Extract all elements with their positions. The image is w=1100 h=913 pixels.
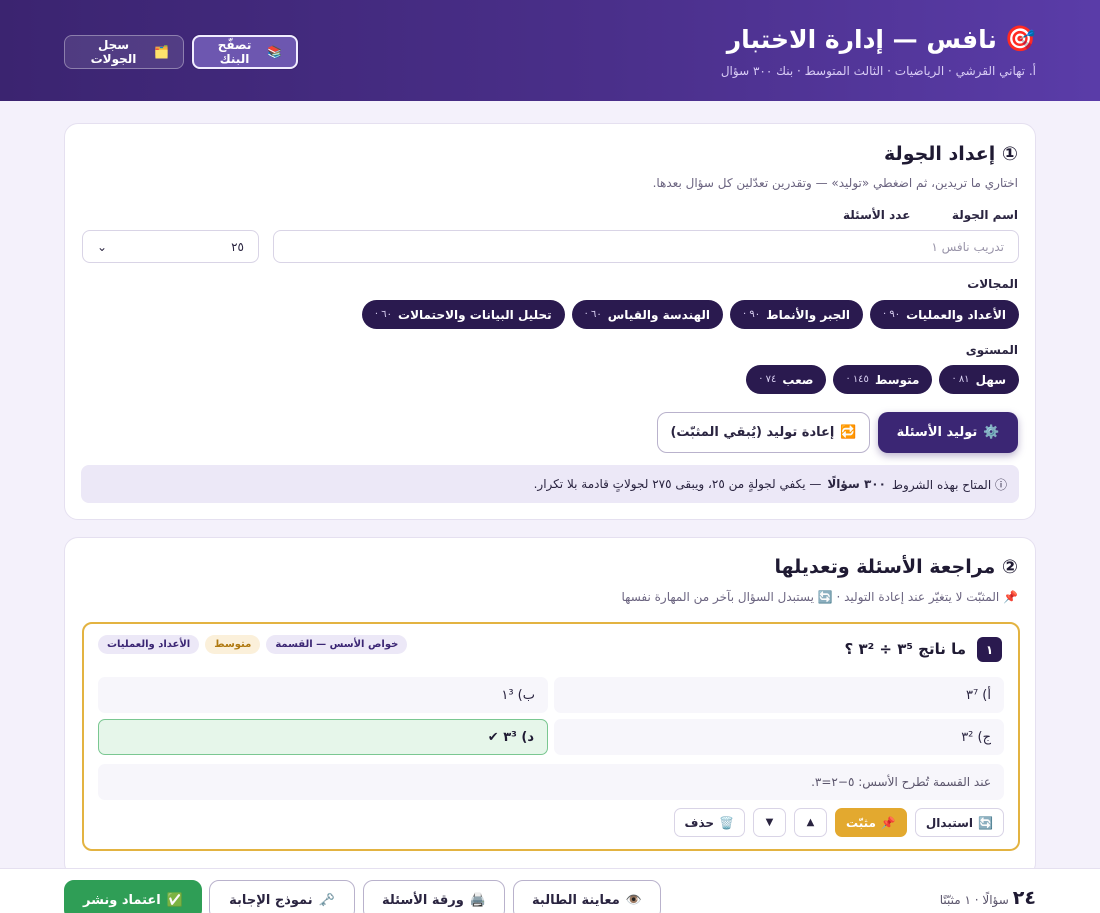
question-sheet-button[interactable]: 🖨️ ورقة الأسئلة [363,880,505,913]
refresh-icon: 🔁 [840,425,857,440]
check-icon: ✅ [166,892,183,908]
option-a[interactable]: أ) ٣⁷ [554,677,1004,713]
question-tags: خواص الأسس — القسمة متوسط الأعداد والعمل… [98,635,408,654]
move-down-button[interactable]: ▼ [752,808,786,837]
domain-chip-geometry[interactable]: الهندسة والقياس ٦٠ · [571,300,724,329]
domains-chips: الأعداد والعمليات ٩٠ · الجبر والأنماط ٩٠… [361,300,1019,329]
question-total: ٢٤ [1012,887,1036,909]
tag-domain: الأعداد والعمليات [98,635,200,654]
question-count-select[interactable]: ٢٥ ⌄ [82,230,259,263]
level-chip-medium[interactable]: متوسط ١٤٥ · [833,365,933,394]
question-number: ١ [977,637,1002,662]
action-footer: ٢٤ سؤالًا · ١ مثبّتًا 👁️ معاينة الطالبة … [0,868,1100,913]
question-count-label: عدد الأسئلة [843,208,911,222]
round-name-input[interactable]: تدريب نافس ١ [273,230,1019,263]
delete-button[interactable]: 🗑️ حذف [673,808,745,837]
folder-icon: 🗂️ [154,45,169,59]
round-name-label: اسم الجولة [951,208,1018,222]
rounds-log-button[interactable]: 🗂️ سجل الجولات [64,35,184,69]
domain-chip-algebra[interactable]: الجبر والأنماط ٩٠ · [730,300,863,329]
info-text: ⓘ المتاح بهذه الشروط [891,477,1007,492]
pinned-button[interactable]: 📌 مثبّت [834,808,907,837]
availability-info: ⓘ المتاح بهذه الشروط ٣٠٠ سؤالًا — يكفي ل… [81,465,1019,503]
setup-title: ① إعداد الجولة [884,143,1018,165]
level-chip-hard[interactable]: صعب ٧٤ · [746,365,827,394]
question-card: ١ ما ناتج ٣⁵ ÷ ٣² ؟ خواص الأسس — القسمة … [82,622,1020,851]
eye-icon: 👁️ [625,892,643,908]
domain-chip-numbers[interactable]: الأعداد والعمليات ٩٠ · [870,300,1019,329]
question-text: ما ناتج ٣⁵ ÷ ٣² ؟ [844,640,967,658]
app-header: 🎯 نافس — إدارة الاختبار أ. تهاني القرشي … [0,0,1100,101]
generate-button[interactable]: ⚙️ توليد الأسئلة [878,412,1018,453]
printer-icon: 🖨️ [469,892,487,908]
levels-chips: سهل ٨١ · متوسط ١٤٥ · صعب ٧٤ · [746,365,1019,394]
tag-level: متوسط [205,635,261,654]
explanation: عند القسمة تُطرح الأسس: ٥−٢=٣. [98,764,1004,800]
target-icon: 🎯 [1004,24,1036,53]
question-actions: 🔄 استبدال 📌 مثبّت ▲ ▼ 🗑️ حذف [673,808,1004,837]
footer-stats: ٢٤ سؤالًا · ١ مثبّتًا [939,887,1036,909]
domains-label: المجالات [967,277,1018,291]
publish-button[interactable]: ✅ اعتماد ونشر [64,880,202,913]
level-chip-easy[interactable]: سهل ٨١ · [939,365,1019,394]
browse-bank-button[interactable]: 📚 تصفّح البنك [192,35,298,69]
setup-card: ① إعداد الجولة اختاري ما تريدين، ثم اضغط… [64,123,1036,520]
chevron-down-icon: ⌄ [97,239,108,254]
app-title: نافس — إدارة الاختبار [726,24,997,54]
info-count: ٣٠٠ سؤالًا [827,477,886,491]
replace-button[interactable]: 🔄 استبدال [914,808,1004,837]
review-subtitle: 📌 المثبّت لا يتغيّر عند إعادة التوليد · … [621,590,1019,604]
regenerate-button[interactable]: 🔁 إعادة توليد (يُبقي المثبّت) [657,412,870,453]
option-c[interactable]: ج) ٣² [554,719,1004,755]
option-b[interactable]: ب) ١³ [98,677,548,713]
option-d-correct[interactable]: د) ٣³ ✔ [98,719,548,755]
app-subtitle: أ. تهاني القرشي · الرياضيات · الثالث الم… [720,64,1036,78]
setup-subtitle: اختاري ما تريدين، ثم اضغطي «توليد» — وتق… [652,176,1018,190]
pin-icon: 📌 [880,815,896,830]
books-icon: 📚 [267,45,282,59]
gear-icon: ⚙️ [983,425,1000,440]
brand: 🎯 نافس — إدارة الاختبار أ. تهاني القرشي … [721,24,1036,78]
review-title: ② مراجعة الأسئلة وتعديلها [774,556,1018,578]
review-card: ② مراجعة الأسئلة وتعديلها 📌 المثبّت لا ي… [64,537,1036,877]
levels-label: المستوى [965,343,1018,357]
tag-skill: خواص الأسس — القسمة [266,635,408,654]
move-up-button[interactable]: ▲ [793,808,827,837]
refresh-icon: 🔄 [978,815,993,830]
student-preview-button[interactable]: 👁️ معاينة الطالبة [513,880,661,913]
domain-chip-data[interactable]: تحليل البيانات والاحتمالات ٦٠ · [361,300,565,329]
trash-icon: 🗑️ [719,815,734,830]
answer-key-button[interactable]: 🗝️ نموذج الإجابة [209,880,355,913]
key-icon: 🗝️ [318,892,335,908]
